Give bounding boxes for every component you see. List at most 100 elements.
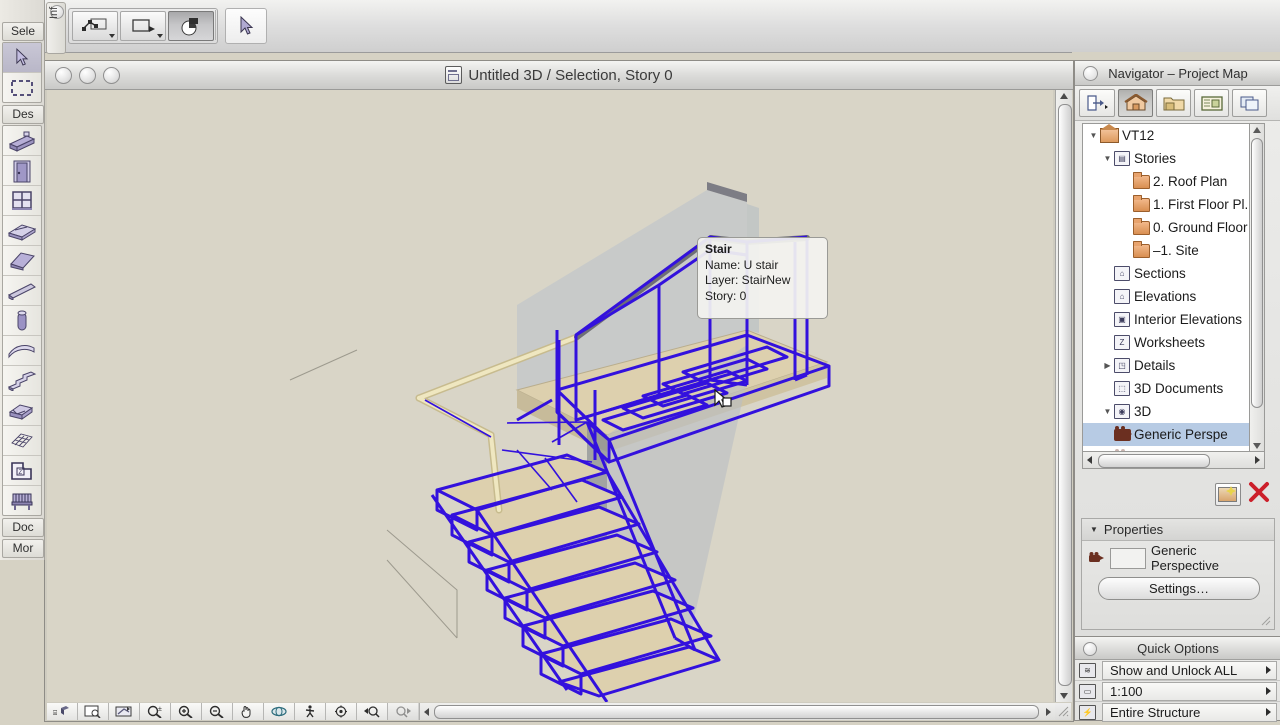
publisher-sets-button[interactable] [1232, 89, 1267, 117]
twisty-down-icon[interactable]: ▼ [1101, 154, 1114, 163]
solid-element-operations-button[interactable] [168, 11, 214, 41]
explore-model-button[interactable] [326, 703, 357, 720]
walk-button[interactable] [295, 703, 326, 720]
tree-item-roof-plan[interactable]: 2. Roof Plan [1083, 170, 1263, 193]
twisty-down-icon[interactable]: ▼ [1101, 407, 1114, 416]
3d-cutaway-button[interactable]: ⌸ [47, 703, 78, 720]
twisty-down-icon[interactable]: ▼ [1087, 131, 1100, 140]
tool-door[interactable] [3, 156, 41, 186]
tree-vertical-scrollbar[interactable] [1249, 123, 1265, 453]
tool-object[interactable] [3, 486, 41, 515]
tool-mesh[interactable] [3, 426, 41, 456]
structure-display-row[interactable]: ⚡ Entire Structure [1075, 702, 1280, 722]
hand-icon [241, 706, 251, 718]
pan-button[interactable] [233, 703, 264, 720]
tool-slab[interactable] [3, 216, 41, 246]
resize-grip-icon[interactable] [1260, 615, 1272, 627]
delete-view-button[interactable] [1247, 481, 1271, 508]
resize-grip[interactable] [1055, 703, 1071, 720]
twisty-right-icon[interactable]: ▶ [1101, 361, 1114, 370]
chevron-right-icon[interactable] [1266, 665, 1271, 674]
tree-item-elevations[interactable]: ⌂ Elevations [1083, 285, 1263, 308]
new-view-button[interactable] [1215, 483, 1241, 506]
scroll-right-arrow-icon[interactable] [1046, 708, 1051, 716]
tree-item-details[interactable]: ▶ ◳ Details [1083, 354, 1263, 377]
tree-item-vt12[interactable]: ▼ VT12 [1083, 124, 1263, 147]
scroll-down-arrow-icon[interactable] [1253, 443, 1261, 449]
twisty-down-icon[interactable]: ▼ [1090, 525, 1098, 534]
scale-field[interactable]: 1:100 [1102, 681, 1277, 701]
zoom-in-button[interactable] [171, 703, 202, 720]
tree-item-worksheets[interactable]: Z Worksheets [1083, 331, 1263, 354]
view-map-button[interactable] [1156, 89, 1191, 117]
shell-icon [8, 344, 35, 358]
layer-combination-field[interactable]: Show and Unlock ALL [1102, 660, 1277, 680]
scroll-right-arrow-icon[interactable] [1255, 456, 1260, 464]
navigator-titlebar[interactable]: Navigator – Project Map [1075, 61, 1280, 86]
project-map-button[interactable] [1118, 89, 1153, 117]
tree-hscroll-thumb[interactable] [1098, 454, 1210, 468]
settings-button[interactable]: Settings… [1098, 577, 1260, 600]
scroll-left-arrow-icon[interactable] [424, 708, 429, 716]
3d-window-titlebar[interactable]: Untitled 3D / Selection, Story 0 [45, 61, 1073, 90]
chevron-down-icon[interactable] [157, 34, 163, 38]
tree-vscroll-thumb[interactable] [1251, 138, 1263, 408]
export-navigator-button[interactable] [1079, 89, 1115, 117]
zoom-out-button[interactable] [202, 703, 233, 720]
tool-roof[interactable] [3, 246, 41, 276]
orient-view-button[interactable] [109, 703, 140, 720]
zoom-icon: ± [147, 705, 162, 718]
tree-item-3d-documents[interactable]: ⬚ 3D Documents [1083, 377, 1263, 400]
quick-options-titlebar[interactable]: Quick Options [1075, 637, 1280, 660]
layer-combination-row[interactable]: ≋ Show and Unlock ALL [1075, 660, 1280, 681]
next-zoom-button[interactable] [388, 703, 419, 720]
layout-book-button[interactable] [1194, 89, 1229, 117]
tool-stair[interactable] [3, 366, 41, 396]
3d-viewport[interactable]: Stair Name: U stair Layer: StairNew Stor… [47, 90, 1053, 702]
tool-column[interactable] [3, 306, 41, 336]
previous-zoom-button[interactable] [357, 703, 388, 720]
3d-horizontal-scrollbar[interactable] [419, 703, 1055, 720]
orbit-button[interactable] [264, 703, 295, 720]
tool-marquee[interactable] [3, 73, 41, 102]
3d-hscroll-thumb[interactable] [434, 705, 1039, 719]
folder-icon [1133, 171, 1150, 189]
3d-vertical-scrollbar[interactable] [1055, 90, 1072, 702]
scroll-left-arrow-icon[interactable] [1087, 456, 1092, 464]
tool-zone[interactable]: Z [3, 456, 41, 486]
fit-in-window-button[interactable] [78, 703, 109, 720]
scroll-down-arrow-icon[interactable] [1060, 693, 1068, 699]
tree-item-stories[interactable]: ▼ ▤ Stories [1083, 147, 1263, 170]
tool-arrow[interactable] [3, 43, 41, 73]
zoom-in-icon [178, 705, 193, 718]
tree-item-3d[interactable]: ▼ ◉ 3D [1083, 400, 1263, 423]
tree-item-first-floor-plan[interactable]: 1. First Floor Pl. [1083, 193, 1263, 216]
3d-vscroll-thumb[interactable] [1058, 104, 1072, 686]
properties-header[interactable]: ▼ Properties [1082, 519, 1274, 541]
tree-item-site[interactable]: –1. Site [1083, 239, 1263, 262]
tool-morph[interactable] [3, 396, 41, 426]
marquee-tool-button[interactable] [120, 11, 166, 41]
tree-item-sections[interactable]: ⌂ Sections [1083, 262, 1263, 285]
info-box-tab[interactable]: Inf [46, 2, 66, 54]
tree-item-interior-elevations[interactable]: ▣ Interior Elevations [1083, 308, 1263, 331]
project-map-tree[interactable]: ▼ VT12 ▼ ▤ Stories 2. Roof Plan 1. First… [1082, 123, 1264, 453]
structure-display-field[interactable]: Entire Structure [1102, 702, 1277, 722]
tool-beam[interactable] [3, 276, 41, 306]
zoom-button[interactable]: ± [140, 703, 171, 720]
tool-shell[interactable] [3, 336, 41, 366]
chevron-down-icon[interactable] [109, 34, 115, 38]
measure-tool-button[interactable] [72, 11, 118, 41]
tree-horizontal-scrollbar[interactable] [1082, 451, 1265, 469]
tree-item-generic-perspective[interactable]: Generic Perspe [1083, 423, 1263, 446]
view-map-folder-icon [1163, 97, 1184, 110]
scroll-up-arrow-icon[interactable] [1253, 127, 1261, 133]
scale-row[interactable]: ▭ 1:100 [1075, 681, 1280, 702]
scroll-up-arrow-icon[interactable] [1060, 93, 1068, 99]
tool-window[interactable] [3, 186, 41, 216]
chevron-right-icon[interactable] [1266, 707, 1271, 716]
arrow-tool-button[interactable] [225, 8, 267, 44]
tool-wall[interactable] [3, 126, 41, 156]
chevron-right-icon[interactable] [1266, 686, 1271, 695]
tree-item-ground-floor[interactable]: 0. Ground Floor [1083, 216, 1263, 239]
